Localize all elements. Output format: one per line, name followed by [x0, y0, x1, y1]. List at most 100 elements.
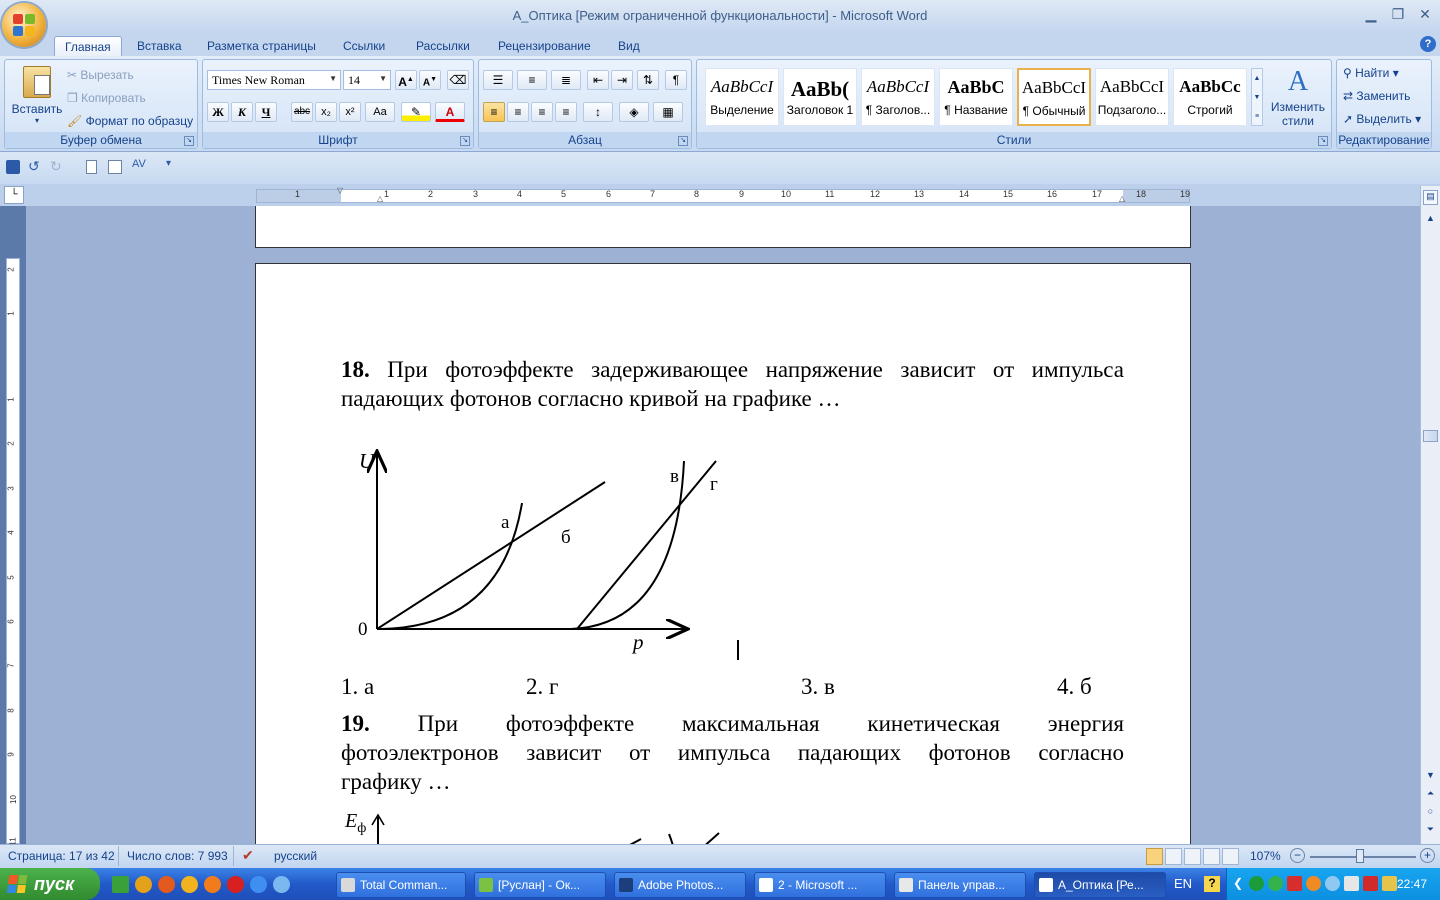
document-area[interactable]: 18. При фотоэффекте задерживающее напряж…: [26, 206, 1420, 844]
word-count[interactable]: Число слов: 7 993: [127, 849, 228, 863]
help-tray-icon[interactable]: ?: [1204, 876, 1220, 892]
dialog-launcher-icon[interactable]: ↘: [184, 136, 194, 146]
quick-launch-mail-icon[interactable]: [158, 875, 175, 893]
styles-scroll[interactable]: ▲ ▼ ≡: [1251, 68, 1263, 126]
quick-launch-app-icon[interactable]: [112, 875, 129, 893]
task-total-commander[interactable]: Total Comman...: [336, 872, 466, 898]
full-screen-icon[interactable]: [1165, 848, 1182, 865]
tab-home[interactable]: Главная: [54, 36, 122, 56]
clear-format-icon[interactable]: ⌫: [447, 70, 469, 90]
decrease-indent-icon[interactable]: ⇤: [587, 70, 609, 90]
change-styles-button[interactable]: A Изменить стили: [1267, 66, 1329, 128]
tab-stop-selector[interactable]: └: [4, 186, 24, 204]
bullets-icon[interactable]: ☰: [483, 70, 513, 90]
format-painter-button[interactable]: 🖌 Формат по образцу: [67, 114, 193, 128]
style-subtitle[interactable]: AaBbCcI Подзаголо...: [1095, 68, 1169, 126]
bold-button[interactable]: Ж: [207, 102, 229, 122]
print-preview-icon[interactable]: [108, 160, 122, 174]
style-emphasis[interactable]: AaBbCcI Выделение: [705, 68, 779, 126]
maximize-button[interactable]: ❐: [1385, 4, 1411, 24]
previous-page-icon[interactable]: ⏶: [1423, 788, 1438, 802]
tray-icon[interactable]: [1382, 876, 1397, 891]
task-photoshop[interactable]: Adobe Photos...: [614, 872, 746, 898]
tab-mailings[interactable]: Рассылки: [406, 36, 480, 56]
font-size-select[interactable]: 14 ▼: [343, 70, 391, 90]
language-indicator[interactable]: русский: [274, 849, 317, 863]
help-icon[interactable]: ?: [1420, 36, 1436, 52]
right-indent-marker[interactable]: △: [1119, 194, 1125, 203]
current-page[interactable]: 18. При фотоэффекте задерживающее напряж…: [255, 263, 1191, 844]
spelling-icon[interactable]: AV: [132, 158, 146, 170]
shrink-font-button[interactable]: A▼: [419, 70, 441, 90]
zoom-level[interactable]: 107%: [1250, 849, 1281, 863]
scroll-thumb[interactable]: [1423, 430, 1438, 442]
previous-page[interactable]: [255, 206, 1191, 248]
start-button[interactable]: пуск: [0, 868, 100, 900]
tray-icon[interactable]: [1268, 876, 1283, 891]
font-name-select[interactable]: Times New Roman ▼: [207, 70, 341, 90]
tray-icon[interactable]: [1344, 876, 1359, 891]
minimize-button[interactable]: ▁: [1358, 4, 1384, 24]
multilevel-list-icon[interactable]: ≣: [551, 70, 581, 90]
line-spacing-icon[interactable]: ↕: [583, 102, 613, 122]
find-button[interactable]: ⚲ Найти ▾: [1343, 66, 1399, 80]
shading-icon[interactable]: ◈: [619, 102, 649, 122]
page-counter[interactable]: Страница: 17 из 42: [8, 849, 115, 863]
dialog-launcher-icon[interactable]: ↘: [460, 136, 470, 146]
tray-icon[interactable]: [1325, 876, 1340, 891]
pilcrow-icon[interactable]: ¶: [665, 70, 687, 90]
redo-icon[interactable]: ↻: [50, 158, 62, 175]
vertical-ruler[interactable]: 2 1 1 2 3 4 5 6 7 8 9 10 11: [6, 258, 20, 846]
quick-launch-media-icon[interactable]: [181, 875, 198, 893]
task-word-group[interactable]: 2 - Microsoft ...: [754, 872, 886, 898]
quick-launch-explorer-icon[interactable]: [250, 875, 267, 893]
copy-button[interactable]: ❐ Копировать: [67, 91, 146, 105]
zoom-in-icon[interactable]: +: [1420, 848, 1435, 863]
horizontal-ruler[interactable]: 1 1 2 3 4 5 6 7 8 9 10 11 12 13 14 15 16…: [256, 186, 1190, 203]
draft-icon[interactable]: [1222, 848, 1239, 865]
quick-launch-browser-icon[interactable]: [135, 875, 152, 893]
style-normal[interactable]: AaBbCcI ¶ Обычный: [1017, 68, 1091, 126]
outline-icon[interactable]: [1203, 848, 1220, 865]
align-left-icon[interactable]: ≡: [483, 102, 505, 122]
increase-indent-icon[interactable]: ⇥: [611, 70, 633, 90]
tray-icon[interactable]: [1287, 876, 1302, 891]
new-document-icon[interactable]: [86, 160, 97, 174]
scroll-up-icon[interactable]: ▲: [1423, 210, 1438, 226]
font-color-button[interactable]: A: [435, 102, 465, 122]
answer-2[interactable]: 2. г: [526, 672, 558, 701]
browse-object-icon[interactable]: ○: [1423, 806, 1438, 820]
clock[interactable]: 22:47: [1397, 877, 1427, 891]
left-indent-marker[interactable]: △: [377, 194, 383, 203]
highlight-icon[interactable]: ✎: [401, 102, 431, 122]
tab-page-layout[interactable]: Разметка страницы: [197, 36, 326, 56]
input-language[interactable]: EN: [1174, 876, 1192, 891]
undo-icon[interactable]: ↺: [28, 158, 40, 175]
web-layout-icon[interactable]: [1184, 848, 1201, 865]
sort-icon[interactable]: ⇅: [637, 70, 659, 90]
subscript-button[interactable]: x₂: [315, 102, 337, 122]
borders-icon[interactable]: ▦: [653, 102, 683, 122]
tray-icon[interactable]: [1363, 876, 1378, 891]
cut-button[interactable]: ✂ Вырезать: [67, 68, 134, 82]
grow-font-button[interactable]: A▲: [395, 70, 417, 90]
tray-icon[interactable]: [1306, 876, 1321, 891]
replace-button[interactable]: ⇄ Заменить: [1343, 89, 1410, 103]
tray-expand-icon[interactable]: ❮: [1233, 876, 1243, 890]
paste-button[interactable]: Вставить ▾: [11, 64, 63, 130]
print-layout-icon[interactable]: [1146, 848, 1163, 865]
first-line-indent-marker[interactable]: ▽: [337, 186, 343, 195]
answer-4[interactable]: 4. б: [1057, 672, 1092, 701]
align-right-icon[interactable]: ≡: [531, 102, 553, 122]
tab-references[interactable]: Ссылки: [333, 36, 395, 56]
task-control-panel[interactable]: Панель управ...: [894, 872, 1026, 898]
numbering-icon[interactable]: ≡: [517, 70, 547, 90]
next-page-icon[interactable]: ⏷: [1423, 824, 1438, 838]
change-case-button[interactable]: Aa: [365, 102, 395, 122]
italic-button[interactable]: К: [231, 102, 253, 122]
select-button[interactable]: ➚ Выделить ▾: [1343, 112, 1421, 126]
zoom-out-icon[interactable]: −: [1290, 848, 1305, 863]
superscript-button[interactable]: x²: [339, 102, 361, 122]
tray-icon[interactable]: [1249, 876, 1264, 891]
tab-insert[interactable]: Вставка: [127, 36, 192, 56]
